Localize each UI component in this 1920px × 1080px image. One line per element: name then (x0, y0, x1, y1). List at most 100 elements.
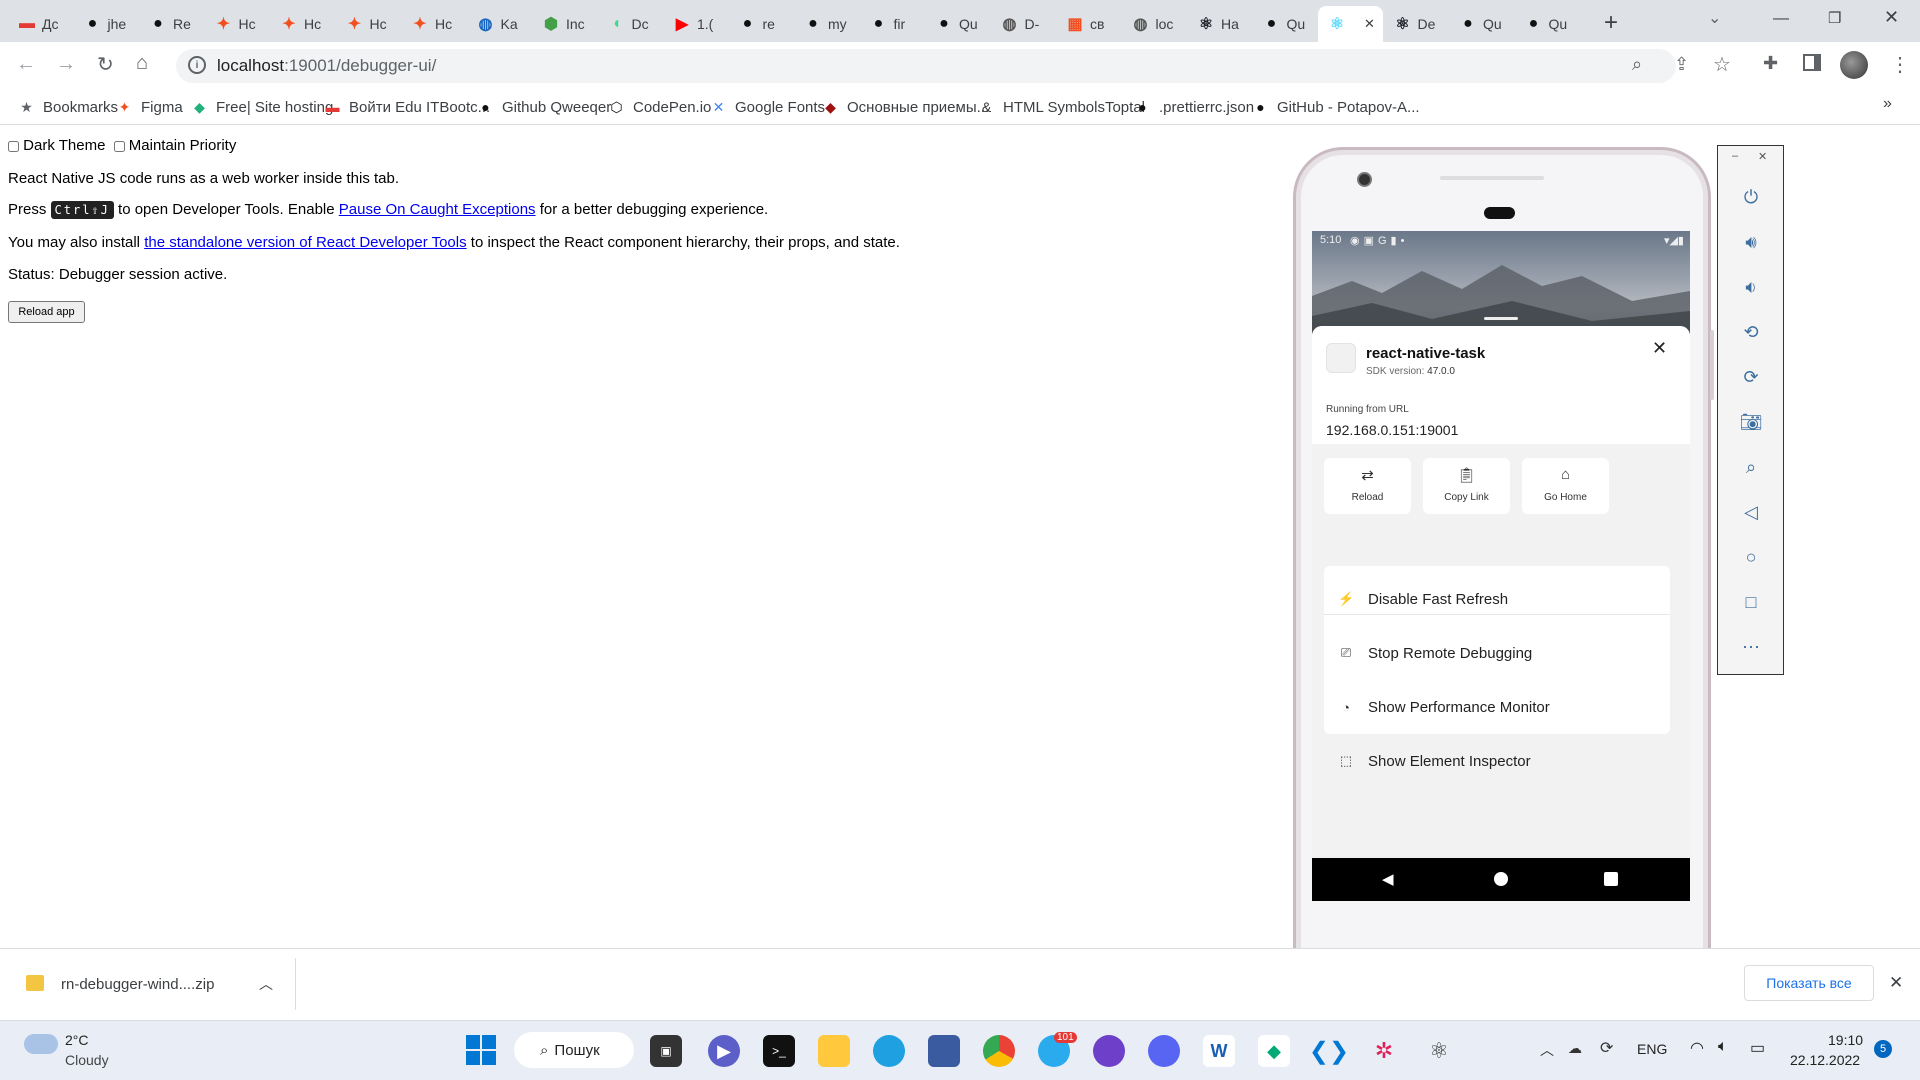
bookmark-item[interactable]: ● Github Qweeqer (477, 96, 611, 118)
clock-time[interactable]: 19:10 (1828, 1032, 1863, 1048)
onedrive-icon[interactable]: ☁ (1568, 1040, 1582, 1057)
disable-fast-refresh-item[interactable]: ⚡ Disable Fast Refresh (1324, 572, 1670, 626)
browser-tab[interactable]: ● jhe (74, 6, 139, 42)
show-element-inspector-item[interactable]: ⬚ Show Element Inspector (1324, 734, 1670, 788)
show-performance-monitor-item[interactable]: ◔ Show Performance Monitor (1324, 680, 1670, 734)
bookmark-item[interactable]: ✕ Google Fonts (710, 96, 825, 118)
edge-icon[interactable] (873, 1035, 905, 1067)
restore-window-icon[interactable]: ❐ (1828, 9, 1841, 27)
panel-minimize-icon[interactable]: – (1732, 150, 1738, 162)
browser-tab[interactable]: ✦ Hc (270, 6, 335, 42)
browser-tab[interactable]: ▦ св (1056, 6, 1121, 42)
panel-close-icon[interactable]: ✕ (1758, 150, 1767, 163)
copy-link-button[interactable]: 📋︎ Copy Link (1423, 458, 1510, 514)
discord-icon[interactable] (1148, 1035, 1180, 1067)
forward-icon[interactable]: → (56, 53, 76, 76)
browser-tab[interactable]: ◖ Dc (598, 6, 663, 42)
close-icon[interactable]: ✕ (1652, 338, 1667, 359)
browser-tab[interactable]: ⚛ ✕ (1318, 6, 1383, 42)
share-icon[interactable]: ⇪ (1674, 54, 1689, 75)
dark-theme-checkbox[interactable] (8, 140, 19, 152)
volume-rocker[interactable] (1710, 330, 1714, 400)
language-indicator[interactable]: ENG (1637, 1041, 1667, 1057)
bookmark-item[interactable]: ◆ Основные приемы... (822, 96, 989, 118)
rotate-right-icon[interactable]: ⟳ (1740, 366, 1762, 388)
task-view-icon[interactable]: ▣ (650, 1035, 682, 1067)
browser-tab[interactable]: ● re (729, 6, 794, 42)
browser-tab[interactable]: ● Qu (1449, 6, 1514, 42)
bookmark-item[interactable]: ★ Bookmarks (18, 96, 118, 118)
address-text[interactable]: localhost:19001/debugger-ui/ (217, 56, 436, 76)
overview-icon[interactable]: □ (1740, 591, 1762, 613)
side-panel-icon[interactable] (1803, 54, 1821, 71)
notification-badge[interactable]: 5 (1874, 1040, 1892, 1058)
taskbar-search[interactable]: ⌕ Пошук (514, 1032, 634, 1068)
browser-tab[interactable]: ⚛ Ha (1187, 6, 1252, 42)
site-info-icon[interactable]: i (188, 56, 206, 74)
bookmark-item[interactable]: ● .prettierrc.json (1134, 96, 1254, 118)
zoom-icon[interactable]: ⌕ (1740, 456, 1762, 478)
zoom-icon[interactable]: ⌕ (1632, 54, 1642, 75)
browser-tab[interactable]: ✦ Hc (205, 6, 270, 42)
more-icon[interactable]: ⋯ (1740, 636, 1762, 658)
chrome-menu-icon[interactable]: ⋮ (1890, 52, 1910, 77)
word-app-icon[interactable]: W (1203, 1035, 1235, 1067)
extensions-icon[interactable]: ✚ (1763, 53, 1778, 74)
camera-icon[interactable]: 📷︎ (1740, 411, 1763, 433)
github-desktop-icon[interactable] (1093, 1035, 1125, 1067)
browser-tab[interactable]: ● fir (860, 6, 925, 42)
browser-tab[interactable]: ⚛ De (1384, 6, 1449, 42)
volume-icon[interactable]: 🔈︎ (1718, 1038, 1728, 1056)
home-icon[interactable]: ⌂ (136, 52, 148, 75)
reload-button[interactable]: ⇄ Reload (1324, 458, 1411, 514)
close-window-icon[interactable]: ✕ (1884, 7, 1899, 28)
android-studio-icon[interactable]: ◆ (1258, 1035, 1290, 1067)
download-options-icon[interactable]: ︿ (259, 974, 273, 994)
profile-avatar[interactable] (1840, 51, 1868, 79)
download-filename[interactable]: rn-debugger-wind....zip (61, 976, 214, 993)
bookmark-item[interactable]: ▬ Войти Edu ITBootc... (324, 96, 491, 118)
bookmark-item[interactable]: ✦ Figma (116, 96, 183, 118)
volume-up-icon[interactable]: 🔊︎ (1740, 231, 1762, 253)
battery-icon[interactable]: ▭ (1750, 1038, 1765, 1058)
react-devtools-icon[interactable]: ⚛ (1423, 1035, 1455, 1067)
go-home-button[interactable]: ⌂ Go Home (1522, 458, 1609, 514)
minimize-window-icon[interactable]: — (1773, 10, 1789, 28)
terminal-icon[interactable]: >_ (763, 1035, 795, 1067)
vscode-icon[interactable]: ❮❯ (1309, 1035, 1349, 1067)
reload-app-button[interactable]: Reload app (8, 301, 85, 323)
close-download-bar-icon[interactable]: ✕ (1889, 973, 1903, 993)
volume-down-icon[interactable]: 🔉︎ (1740, 276, 1762, 298)
bookmarks-overflow-icon[interactable]: » (1883, 95, 1892, 113)
store-icon[interactable] (928, 1035, 960, 1067)
browser-tab[interactable]: ✦ Hc (336, 6, 401, 42)
browser-tab[interactable]: ● Qu (1253, 6, 1318, 42)
react-devtools-link[interactable]: the standalone version of React Develope… (144, 234, 466, 251)
nav-back-icon[interactable]: ◀ (1382, 870, 1394, 888)
wifi-icon[interactable]: ◠ (1690, 1038, 1704, 1058)
browser-tab[interactable]: ◍ loc (1122, 6, 1187, 42)
browser-tab[interactable]: ◍ D- (991, 6, 1056, 42)
bookmark-star-icon[interactable]: ☆ (1713, 52, 1731, 77)
maintain-priority-checkbox[interactable] (113, 140, 125, 152)
nav-home-icon[interactable] (1494, 872, 1508, 886)
browser-tab[interactable]: ◍ Ka (467, 6, 532, 42)
pause-exceptions-link[interactable]: Pause On Caught Exceptions (339, 201, 536, 218)
browser-tab[interactable]: ● Re (139, 6, 204, 42)
back-icon[interactable]: ← (16, 53, 36, 76)
show-all-downloads-button[interactable]: Показать все (1744, 965, 1874, 1001)
weather-icon[interactable] (24, 1034, 58, 1054)
browser-tab[interactable]: ✦ Hc (401, 6, 466, 42)
reload-page-icon[interactable]: ↻ (97, 52, 114, 77)
tab-search-icon[interactable]: ⌄ (1708, 8, 1721, 28)
browser-tab[interactable]: ● my (794, 6, 859, 42)
phone-screen[interactable]: 5:10 ◉▣G▮• ▾◢▮ react-native-task SDK ver… (1312, 231, 1690, 901)
weather-temp[interactable]: 2°C (65, 1032, 89, 1048)
windows-start-icon[interactable] (466, 1035, 496, 1065)
clock-date[interactable]: 22.12.2022 (1790, 1052, 1860, 1068)
browser-tab[interactable]: ▬ Дс (8, 6, 73, 42)
chrome-icon[interactable] (983, 1035, 1015, 1067)
close-tab-icon[interactable]: ✕ (1364, 16, 1375, 32)
file-explorer-icon[interactable] (818, 1035, 850, 1067)
browser-tab[interactable]: ▶ 1.( (663, 6, 728, 42)
